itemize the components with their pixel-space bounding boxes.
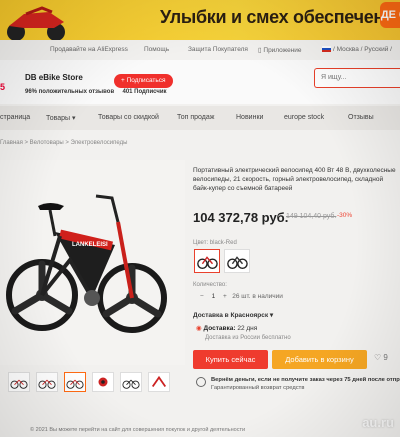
thumbnail-2[interactable] [36, 372, 58, 392]
thumbnail-strip [8, 372, 188, 394]
shipping-days: 22 дня [237, 325, 258, 332]
buy-now-button[interactable]: Купить сейчас [193, 350, 268, 369]
app-link[interactable]: ▯ Приложение [258, 46, 302, 54]
thumbnail-5[interactable] [120, 372, 142, 392]
location-pin-icon: ◉ [196, 325, 202, 332]
shipping-destination[interactable]: Доставка в Красноярск ▾ [193, 311, 273, 319]
discount-badge: -30% [337, 212, 353, 219]
quantity-value[interactable]: 1 [212, 293, 216, 300]
nav-item-europe-stock[interactable]: europe stock [284, 114, 324, 121]
breadcrumb[interactable]: Главная > Велотовары > Электровелосипеды [0, 140, 127, 146]
quantity-stepper: − 1 + 26 шт. в наличии [200, 293, 283, 300]
promo-text: Улыбки и смех обеспечены [160, 7, 400, 27]
positive-reviews: 96% положительных отзывов [25, 89, 115, 95]
thumbnail-1[interactable] [8, 372, 30, 392]
product-old-price: 149 104,40 руб. [286, 213, 337, 220]
follow-button[interactable]: + Подписаться [114, 74, 173, 88]
store-edge-number: 5 [0, 82, 6, 92]
nav-item-products[interactable]: Товары ▾ [46, 114, 76, 122]
quantity-available: 26 шт. в наличии [232, 293, 283, 300]
sell-link[interactable]: Продавайте на AliExpress [50, 46, 128, 53]
followers-count: 401 Подписчик [122, 89, 167, 95]
add-to-cart-button[interactable]: Добавить в корзину [272, 350, 367, 369]
store-nav: страница Товары ▾ Товары со скидкой Топ … [0, 106, 400, 130]
promo-banner[interactable]: Улыбки и смех обеспечены ДЕ 6 [0, 0, 400, 40]
store-name[interactable]: DB eBike Store [25, 73, 83, 82]
shield-icon [196, 377, 206, 387]
top-links-bar: Продавайте на AliExpress Помощь Защита П… [0, 42, 400, 58]
product-main-image[interactable]: LANKELEISI [0, 160, 185, 365]
color-option-1[interactable] [194, 249, 220, 273]
nav-item-home[interactable]: страница [0, 114, 30, 121]
color-option-2[interactable] [224, 249, 250, 273]
help-link[interactable]: Помощь [144, 46, 169, 53]
thumbnail-4[interactable] [92, 372, 114, 392]
quantity-minus-button[interactable]: − [200, 293, 204, 300]
shipping-subtext: Доставка из России бесплатно [205, 335, 291, 341]
product-title: Портативный электрический велосипед 400 … [193, 167, 396, 192]
color-label: Цвет: black-Red [193, 240, 237, 246]
motorcycle-toy-image [7, 6, 65, 40]
quantity-label: Количество: [193, 282, 227, 288]
product-price: 104 372,78 руб. [193, 210, 289, 225]
nav-item-new[interactable]: Новинки [236, 114, 263, 121]
guarantee-line-2: Гарантированный возврат средств [211, 385, 305, 391]
quantity-plus-button[interactable]: + [223, 293, 227, 300]
buyer-guarantee: Вернём деньги, если не получите заказ че… [196, 376, 400, 392]
shipping-prefix: Доставка: [203, 325, 236, 332]
watermark: au.ru [362, 415, 394, 430]
wishlist-button[interactable]: ♡ 9 [374, 353, 388, 362]
guarantee-line-1: Вернём деньги, если не получите заказ че… [211, 377, 400, 383]
store-stats: 96% положительных отзывов 401 Подписчик [25, 89, 167, 95]
shipping-line: ◉ Доставка: 22 дня [196, 324, 257, 332]
thumbnail-6[interactable] [148, 372, 170, 392]
svg-text:LANKELEISI: LANKELEISI [72, 242, 108, 248]
nav-item-discounts[interactable]: Товары со скидкой [98, 114, 159, 121]
buyer-protection-link[interactable]: Защита Покупателя [188, 46, 248, 53]
footer-note: © 2021 Вы можете перейти на сайт для сов… [30, 427, 246, 433]
russia-flag-icon [322, 46, 331, 53]
nav-item-reviews[interactable]: Отзывы [348, 114, 374, 121]
search-input[interactable]: Я ищу... [314, 68, 400, 88]
promo-corner-badge: ДЕ 6 [380, 2, 400, 28]
thumbnail-3[interactable] [64, 372, 86, 392]
nav-item-top-sales[interactable]: Топ продаж [177, 114, 214, 121]
region-link[interactable]: / Москва / Русский / [322, 46, 392, 53]
